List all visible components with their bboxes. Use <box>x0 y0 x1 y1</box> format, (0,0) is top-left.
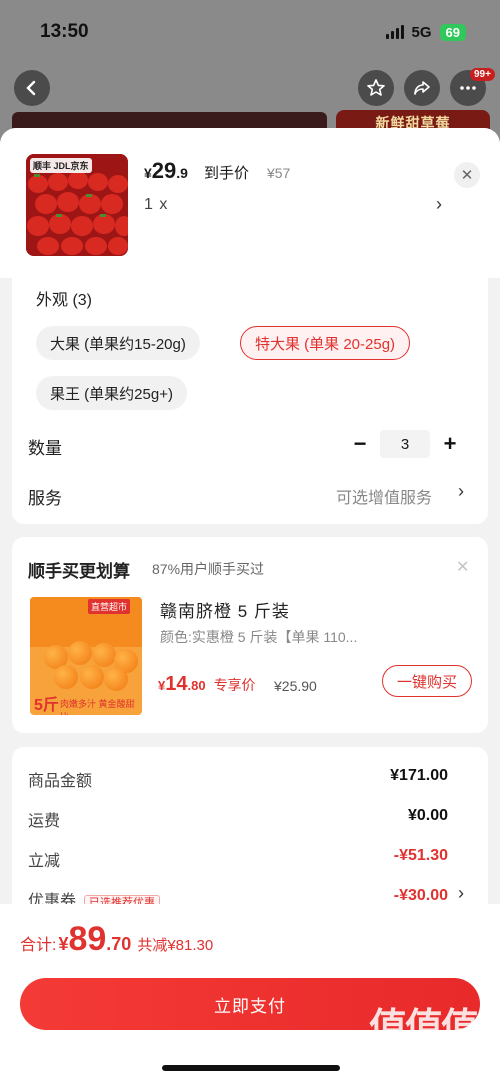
bundle-title: 顺手买更划算 <box>28 562 130 581</box>
quantity-stepper: − 3 + <box>350 430 460 458</box>
product-thumbnail[interactable]: 顺丰 JDL京东 <box>26 154 128 256</box>
service-label: 服务 <box>28 489 62 508</box>
bundle-image-slogan: 肉嫩多汁 黄金酸甜比 <box>60 699 135 715</box>
bundle-original-price: ¥25.90 <box>274 678 317 694</box>
option-chip-large[interactable]: 大果 (单果约15-20g) <box>36 326 200 360</box>
more-dots-icon <box>460 86 476 90</box>
orange-graphic <box>92 643 116 667</box>
price-line: ¥29.9 到手价 ¥57 <box>144 158 290 184</box>
status-indicators: 5G 69 <box>385 23 466 41</box>
orange-graphic <box>54 665 78 689</box>
option-chip-king[interactable]: 果王 (单果约25g+) <box>36 376 187 410</box>
favorite-button[interactable] <box>358 70 394 106</box>
orange-graphic <box>104 667 128 691</box>
option-group-title: 外观 (3) <box>36 292 93 309</box>
chevron-right-icon[interactable]: › <box>436 194 442 215</box>
selected-quantity-summary[interactable]: 1 x <box>144 196 168 214</box>
close-button[interactable]: ✕ <box>454 162 480 188</box>
summary-row-shipping: 运费 ¥0.00 <box>28 807 448 830</box>
bundle-product-name[interactable]: 赣南脐橙 5 斤装 <box>160 597 290 622</box>
option-chip-extra-large[interactable]: 特大果 (单果 20-25g) <box>240 326 411 360</box>
bundle-image-weight: 5斤 <box>34 697 59 714</box>
thumbnail-badge: 顺丰 JDL京东 <box>30 158 92 173</box>
bundle-close-icon[interactable]: ✕ <box>456 557 469 577</box>
status-bar: 13:50 5G 69 <box>0 0 500 64</box>
order-total: 合计: ¥ 89 .70 共减¥81.30 <box>20 920 214 958</box>
chevron-right-icon[interactable]: › <box>458 883 464 904</box>
bundle-price: ¥14.80 专享价 <box>158 673 256 695</box>
price-label: 到手价 <box>203 165 249 182</box>
star-icon <box>367 79 385 96</box>
bundle-image-tag: 直营超市 <box>88 599 131 614</box>
orange-graphic <box>80 665 104 689</box>
product-header: 顺丰 JDL京东 ¥29.9 到手价 ¥57 1 x › ✕ <box>0 128 500 278</box>
bundle-product-variant: 颜色:实惠橙 5 斤装【单果 110... <box>160 629 358 645</box>
watermark: 值值值 zhizhizhi.com <box>348 996 498 1066</box>
bundle-product-image[interactable]: 直营超市 5斤 肉嫩多汁 黄金酸甜比 <box>30 597 142 715</box>
status-time: 13:50 <box>40 21 89 42</box>
price-value: ¥29.9 <box>144 158 188 183</box>
watermark-site: zhizhizhi.com <box>380 1051 466 1066</box>
back-arrow-icon <box>26 80 36 96</box>
share-icon <box>414 81 430 95</box>
message-badge: 99+ <box>470 68 495 81</box>
summary-row-instant-discount: 立减 -¥51.30 <box>28 847 448 870</box>
signal-icon <box>385 25 404 39</box>
chevron-right-icon[interactable]: › <box>458 481 464 502</box>
orange-graphic <box>68 641 92 665</box>
total-discount: 共减¥81.30 <box>137 937 214 954</box>
home-indicator[interactable] <box>162 1065 340 1071</box>
quantity-label: 数量 <box>28 439 62 458</box>
decrease-button[interactable]: − <box>350 431 370 457</box>
watermark-logo: 值值值 <box>368 1005 479 1049</box>
bundle-card: 顺手买更划算 87%用户顺手买过 ✕ 直营超市 5斤 肉嫩多汁 黄金酸甜比 赣南… <box>12 537 488 733</box>
share-button[interactable] <box>404 70 440 106</box>
close-icon: ✕ <box>460 167 474 184</box>
battery-icon: 69 <box>439 23 466 41</box>
one-click-buy-button[interactable]: 一键购买 <box>382 665 472 697</box>
increase-button[interactable]: + <box>440 431 460 457</box>
quantity-input[interactable]: 3 <box>380 430 430 458</box>
original-price: ¥57 <box>266 165 291 181</box>
bundle-subtitle: 87%用户顺手买过 <box>152 561 265 577</box>
summary-row-subtotal: 商品金额 ¥171.00 <box>28 767 448 790</box>
back-button[interactable] <box>14 70 50 106</box>
network-label: 5G <box>411 23 432 41</box>
service-value[interactable]: 可选增值服务 <box>336 484 432 508</box>
